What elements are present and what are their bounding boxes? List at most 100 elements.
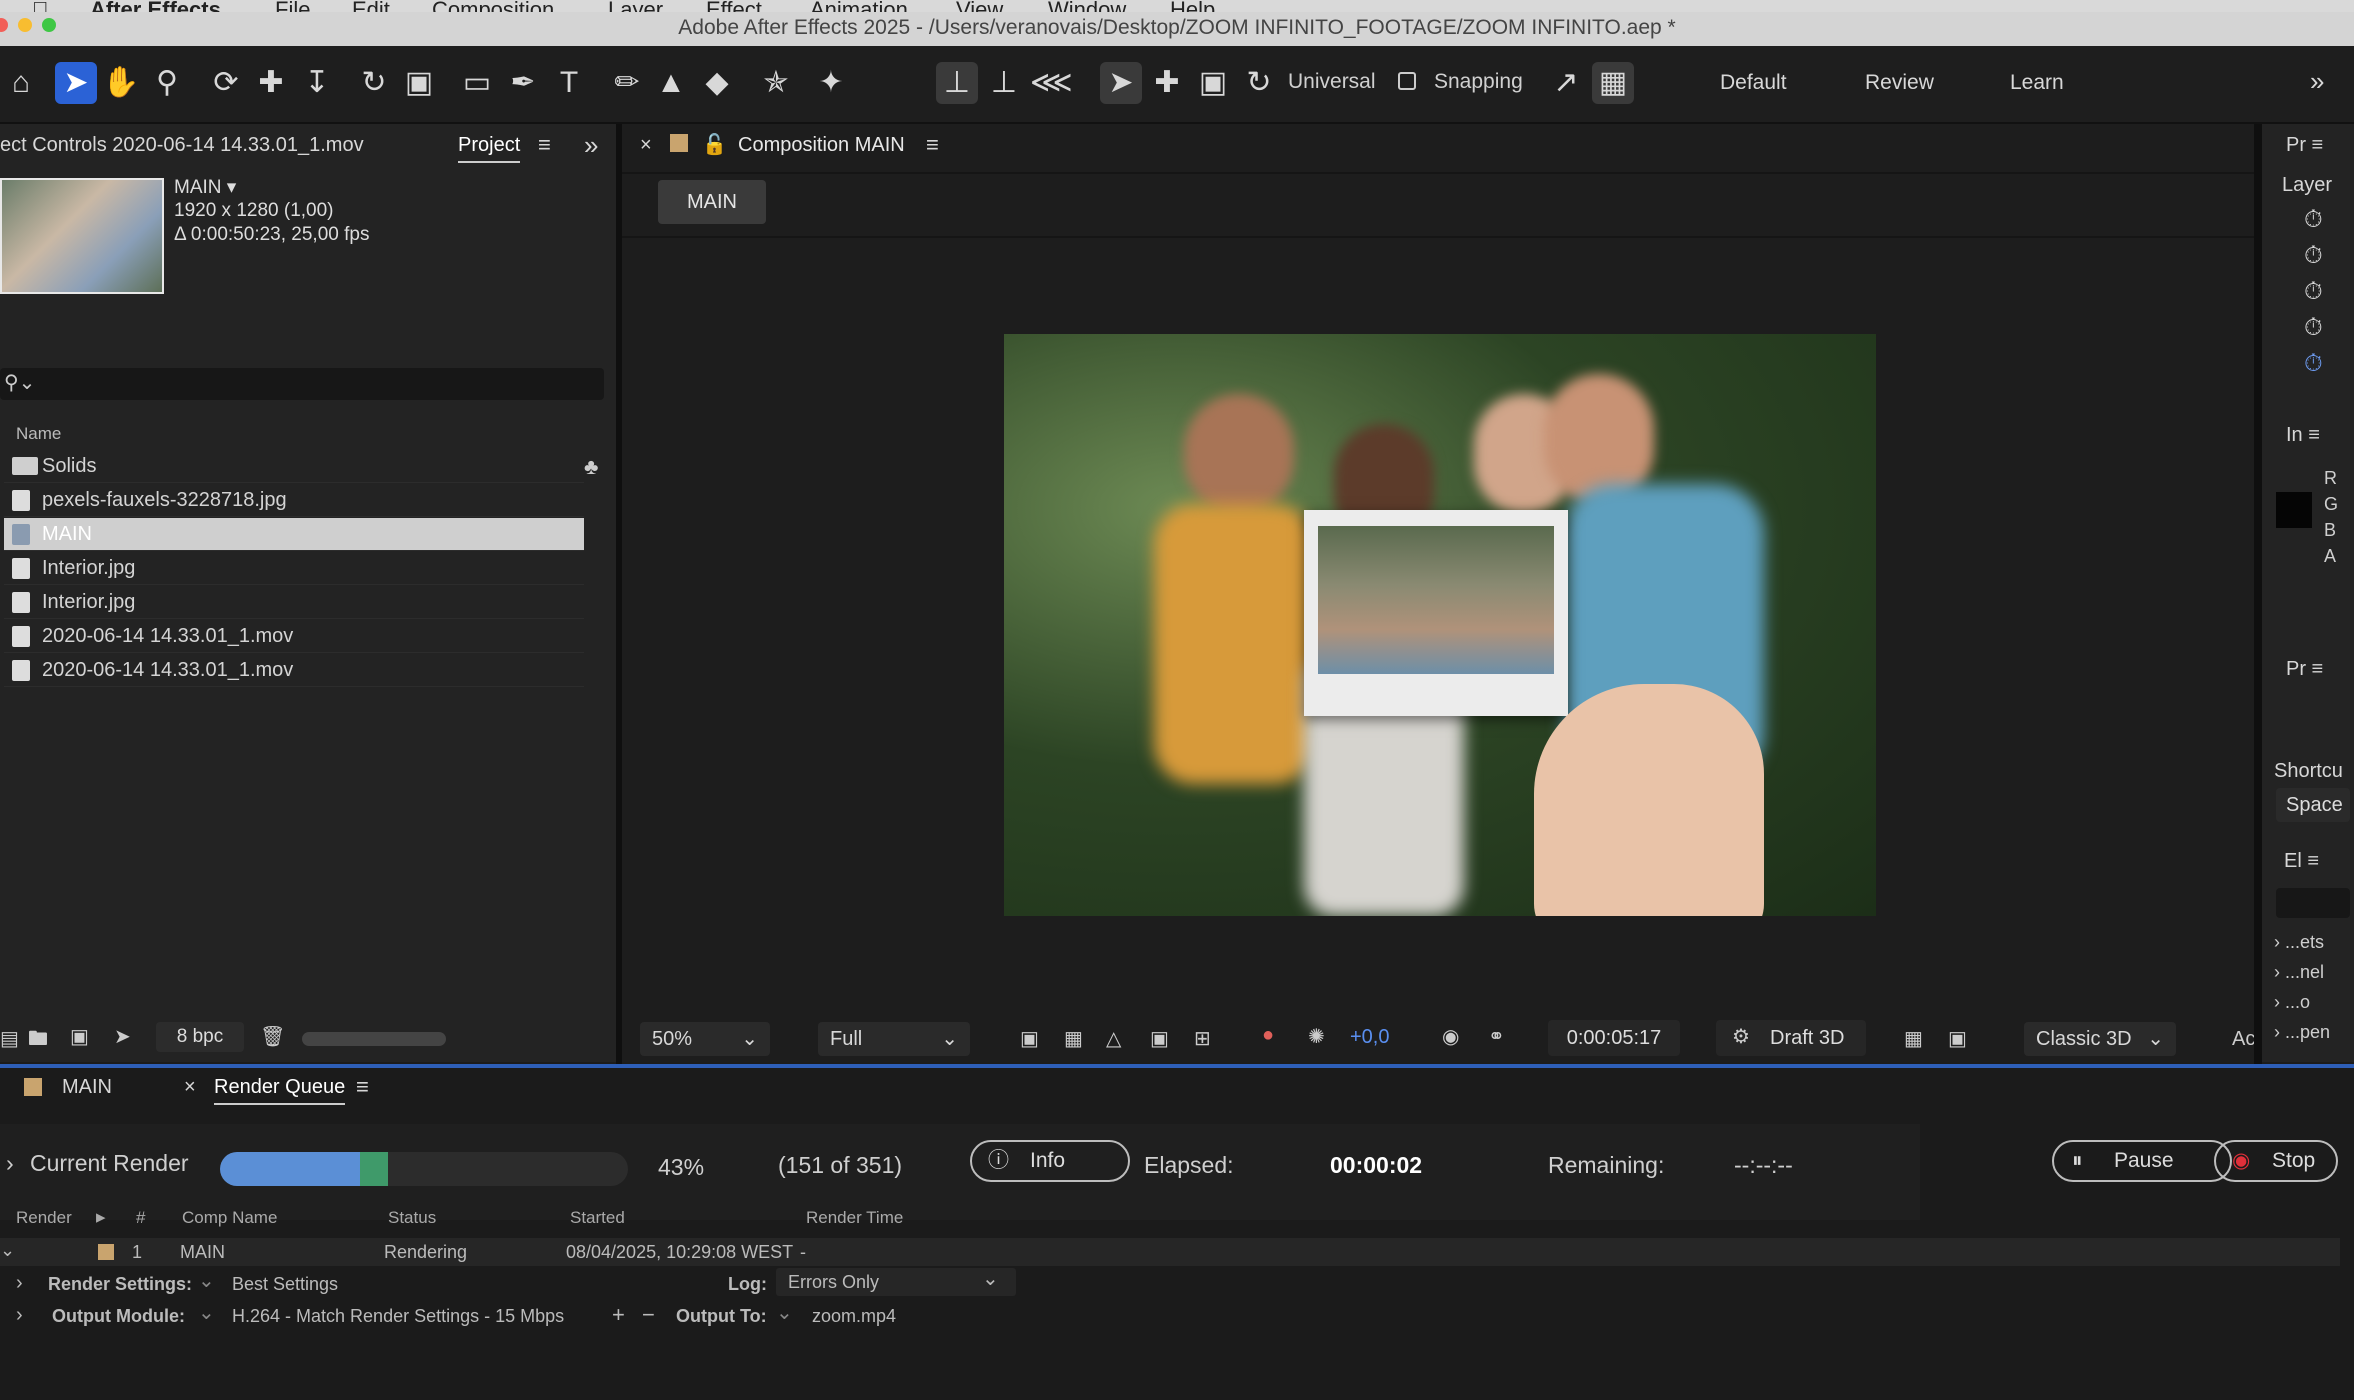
comp-breadcrumb[interactable]: MAIN: [658, 180, 766, 224]
region-of-interest-icon[interactable]: ▣: [1150, 1026, 1169, 1051]
project-menu-icon[interactable]: ≡: [538, 132, 551, 158]
snap-grid-icon[interactable]: ▦: [1592, 62, 1634, 104]
zoom-window-button[interactable]: [42, 18, 56, 32]
3d-rotate-icon[interactable]: ↻: [1238, 62, 1280, 104]
stop-button[interactable]: ◉ Stop: [2214, 1140, 2338, 1182]
close-tab-icon[interactable]: ×: [640, 134, 652, 157]
list-item[interactable]: 2020-06-14 14.33.01_1.mov: [4, 620, 584, 653]
world-axis-icon[interactable]: ⊥: [983, 62, 1025, 104]
3d-ground-plane-icon[interactable]: ▦: [1904, 1026, 1923, 1051]
preview-tab[interactable]: Pr ≡: [2286, 658, 2323, 681]
effects-tab[interactable]: El ≡: [2284, 850, 2319, 873]
transparency-grid-icon[interactable]: ▦: [1064, 1026, 1083, 1051]
snap-options-icon[interactable]: ↗: [1545, 62, 1587, 104]
workspace-default[interactable]: Default: [1720, 71, 1787, 95]
output-to-value[interactable]: zoom.mp4: [812, 1306, 896, 1327]
table-row[interactable]: ⌄ 1 MAIN Rendering 08/04/2025, 10:29:08 …: [0, 1238, 2340, 1266]
orbit-camera-icon[interactable]: ⟳: [205, 62, 247, 104]
list-item-selected[interactable]: MAIN: [4, 518, 584, 551]
thumbnail-scroll-slider[interactable]: [302, 1032, 446, 1046]
output-module-value[interactable]: H.264 - Match Render Settings - 15 Mbps: [232, 1306, 564, 1327]
row-expand-icon[interactable]: ⌄: [0, 1240, 15, 1261]
expand-chevron-icon[interactable]: ›: [16, 1304, 23, 1327]
workspace-overflow-icon[interactable]: »: [2310, 66, 2324, 97]
snapping-label[interactable]: Snapping: [1434, 70, 1523, 94]
bpc-button[interactable]: 8 bpc: [156, 1022, 244, 1052]
grid-guides-icon[interactable]: ⊞: [1194, 1026, 1211, 1051]
panel-divider[interactable]: [2254, 124, 2262, 1064]
list-item[interactable]: pexels-fauxels-3228718.jpg: [4, 484, 584, 517]
rectangle-tool-icon[interactable]: ▭: [456, 62, 498, 104]
list-item[interactable]: 2020-06-14 14.33.01_1.mov: [4, 654, 584, 687]
chevron-down-icon[interactable]: ⌄: [198, 1300, 215, 1325]
column-render[interactable]: Render: [16, 1208, 72, 1228]
lock-icon[interactable]: 🔓: [702, 132, 727, 157]
column-started[interactable]: Started: [570, 1208, 625, 1228]
mask-visibility-icon[interactable]: △: [1106, 1026, 1121, 1051]
flowchart-icon[interactable]: ♣: [584, 454, 598, 480]
list-item[interactable]: Interior.jpg: [4, 586, 584, 619]
show-snapshot-icon[interactable]: ⚭: [1488, 1024, 1505, 1049]
clone-stamp-icon[interactable]: ▲: [650, 62, 692, 104]
renderer-dropdown[interactable]: Classic 3D ⌄: [2024, 1022, 2176, 1056]
render-queue-tab[interactable]: Render Queue: [214, 1076, 346, 1105]
expand-chevron-icon[interactable]: ›: [6, 1150, 14, 1177]
puppet-pin-icon[interactable]: ✦: [810, 62, 852, 104]
view-axis-icon[interactable]: ⋘: [1030, 62, 1073, 104]
rotation-tool-icon[interactable]: ↻: [353, 62, 395, 104]
stopwatch-icon[interactable]: ⏱: [2304, 350, 2323, 378]
type-tool-icon[interactable]: T: [548, 62, 590, 104]
render-queue-menu-icon[interactable]: ≡: [356, 1074, 369, 1100]
workspace-learn[interactable]: Learn: [2010, 71, 2064, 95]
name-column-header[interactable]: Name: [16, 424, 61, 444]
minimize-window-button[interactable]: [18, 18, 32, 32]
new-comp-icon[interactable]: ▣: [70, 1024, 89, 1049]
pen-tool-icon[interactable]: ✒: [502, 62, 544, 104]
project-tab[interactable]: Project: [458, 134, 521, 163]
universal-label[interactable]: Universal: [1288, 70, 1376, 94]
effect-controls-tab[interactable]: ect Controls 2020-06-14 14.33.01_1.mov: [0, 134, 364, 157]
effects-list-item[interactable]: › ...ets: [2274, 932, 2324, 953]
info-button[interactable]: ⓘ Info: [970, 1140, 1130, 1182]
effects-search-input[interactable]: [2276, 888, 2350, 918]
effects-list-item[interactable]: › ...o: [2274, 992, 2310, 1013]
project-search-input[interactable]: ⚲⌄: [0, 368, 604, 400]
interpret-footage-icon[interactable]: ▤: [0, 1026, 19, 1051]
snapping-checkbox[interactable]: [1398, 72, 1416, 90]
resolution-dropdown[interactable]: Full ⌄: [818, 1022, 970, 1056]
local-axis-icon[interactable]: ⊥: [936, 62, 978, 104]
active-camera-dropdown[interactable]: Ac: [2232, 1028, 2255, 1051]
info-tab[interactable]: In ≡: [2286, 424, 2320, 447]
current-time-display[interactable]: 0:00:05:17: [1548, 1020, 1680, 1056]
chevron-down-icon[interactable]: ⌄: [198, 1268, 215, 1293]
3d-move-icon[interactable]: ✚: [1146, 62, 1188, 104]
3d-scale-icon[interactable]: ▣: [1192, 62, 1234, 104]
snapshot-camera-icon[interactable]: ◉: [1442, 1024, 1459, 1049]
render-icon[interactable]: ➤: [114, 1024, 131, 1049]
chevron-down-icon[interactable]: ⌄: [776, 1300, 793, 1325]
log-dropdown[interactable]: Errors Only ⌄: [776, 1268, 1016, 1296]
workspace-review[interactable]: Review: [1865, 71, 1934, 95]
add-output-icon[interactable]: +: [612, 1302, 625, 1328]
stopwatch-icon[interactable]: ⏱: [2304, 206, 2323, 234]
effects-list-item[interactable]: › ...pen: [2274, 1022, 2330, 1043]
panel-overflow-icon[interactable]: »: [584, 130, 598, 161]
stopwatch-icon[interactable]: ⏱: [2304, 278, 2323, 306]
main-timeline-tab[interactable]: MAIN: [62, 1076, 112, 1099]
column-number[interactable]: #: [136, 1208, 145, 1228]
pan-camera-icon[interactable]: ✚: [250, 62, 292, 104]
shortcut-dropdown[interactable]: Space: [2276, 788, 2350, 822]
exposure-value[interactable]: +0,0: [1350, 1026, 1389, 1049]
3d-select-icon[interactable]: ➤: [1100, 62, 1142, 104]
extended-viewer-icon[interactable]: ▣: [1948, 1026, 1967, 1051]
column-comp-name[interactable]: Comp Name: [182, 1208, 277, 1228]
trash-icon[interactable]: 🗑: [260, 1024, 285, 1049]
selection-tool-icon[interactable]: ➤: [55, 62, 97, 104]
home-icon[interactable]: ⌂: [0, 62, 42, 104]
stopwatch-icon[interactable]: ⏱: [2304, 314, 2323, 342]
stopwatch-icon[interactable]: ⏱: [2304, 242, 2323, 270]
fast-previews-icon[interactable]: ▣: [1020, 1026, 1039, 1051]
selected-item-name[interactable]: MAIN ▾: [174, 176, 236, 199]
remove-output-icon[interactable]: −: [642, 1302, 655, 1328]
list-item[interactable]: Solids: [4, 450, 584, 483]
